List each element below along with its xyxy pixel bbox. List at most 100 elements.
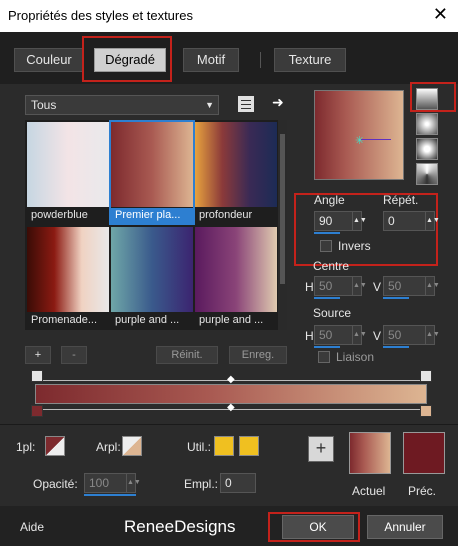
location-input[interactable]: 0 <box>220 473 256 493</box>
save-gradient-button[interactable]: Enreg. <box>229 346 287 364</box>
link-checkbox[interactable] <box>318 351 330 363</box>
library-item-selected[interactable]: Premier pla... <box>109 120 195 225</box>
add-stop-button[interactable]: + <box>25 346 51 364</box>
opacity-input[interactable]: 100 ▲▼ <box>84 473 141 493</box>
library-item[interactable]: purple and ... <box>111 227 193 328</box>
angle-slider[interactable] <box>314 232 340 234</box>
highlight-linear-type <box>410 82 456 112</box>
library-item-label: purple and ... <box>195 313 277 328</box>
spinner-icon[interactable]: ▲▼ <box>425 277 440 295</box>
opacity-slider[interactable] <box>84 494 136 496</box>
source-v-slider[interactable] <box>383 346 409 348</box>
spinner-icon[interactable]: ▲▼ <box>425 326 440 344</box>
tab-couleur[interactable]: Couleur <box>14 48 84 72</box>
source-v-input[interactable]: 50 ▲▼ <box>383 325 440 345</box>
center-v-value: 50 <box>388 279 402 293</box>
user-color-swatch[interactable] <box>239 436 259 456</box>
center-v-slider[interactable] <box>383 297 409 299</box>
highlight-ok-button <box>268 512 360 542</box>
tab-texture[interactable]: Texture <box>274 48 346 72</box>
close-icon[interactable]: ✕ <box>433 4 448 25</box>
center-h-slider[interactable] <box>314 297 340 299</box>
opacity-stop-left[interactable] <box>31 370 43 382</box>
source-label: Source <box>313 306 352 320</box>
source-h-slider[interactable] <box>314 346 340 348</box>
spinner-icon[interactable]: ▲▼ <box>352 277 367 295</box>
previous-color-swatch[interactable] <box>403 432 445 474</box>
angle-value: 90 <box>319 214 333 228</box>
list-view-icon[interactable] <box>238 96 254 112</box>
library-item[interactable]: profondeur <box>195 122 277 223</box>
title-bar: Propriétés des styles et textures ✕ <box>0 0 458 32</box>
cancel-button[interactable]: Annuler <box>367 515 443 539</box>
library-item-label: profondeur <box>195 208 277 223</box>
gradient-swatch <box>195 227 277 312</box>
rectangular-gradient-type-button[interactable] <box>416 113 438 135</box>
gradient-swatch <box>111 227 193 312</box>
add-to-swatches-button[interactable]: + <box>308 436 334 462</box>
gradient-editor-bar[interactable] <box>35 384 427 404</box>
sunburst-gradient-type-button[interactable] <box>416 163 438 185</box>
gradient-swatch <box>27 227 109 312</box>
library-item-label: Promenade... <box>27 313 109 328</box>
repeat-label: Répét. <box>383 193 419 207</box>
invert-label: Invers <box>338 239 371 253</box>
reset-button[interactable]: Réinit. <box>156 346 218 364</box>
spinner-icon[interactable]: ▲▼ <box>352 212 367 230</box>
spinner-icon[interactable]: ▲▼ <box>425 212 440 230</box>
chevron-down-icon: ▼ <box>205 100 214 110</box>
user-color-radio[interactable] <box>214 436 234 456</box>
library-item[interactable]: purple and ... <box>195 227 277 328</box>
location-value: 0 <box>225 476 232 490</box>
location-label: Empl.: <box>184 477 219 491</box>
center-v-input[interactable]: 50 ▲▼ <box>383 276 440 296</box>
tab-bar: Couleur Dégradé Motif Texture <box>0 32 458 84</box>
user-color-label: Util.: <box>187 440 211 454</box>
source-h-label: H <box>305 329 314 343</box>
repeat-input[interactable]: 0 ▲▼ <box>383 211 440 231</box>
library-item[interactable]: powderblue <box>27 122 109 223</box>
center-label: Centre <box>313 259 350 273</box>
angle-handle-line <box>361 139 391 140</box>
library-item-label: purple and ... <box>111 313 193 328</box>
color-midpoint-icon[interactable]: ◆ <box>227 402 235 413</box>
gradient-swatch <box>111 122 193 207</box>
remove-stop-button[interactable]: - <box>61 346 87 364</box>
source-h-input[interactable]: 50 ▲▼ <box>314 325 367 345</box>
repeat-value: 0 <box>388 214 395 228</box>
category-value: Tous <box>31 98 57 112</box>
gradient-preview[interactable]: ✳ <box>314 90 404 180</box>
spinner-icon[interactable]: ▲▼ <box>352 326 367 344</box>
tab-motif[interactable]: Motif <box>183 48 239 72</box>
help-link[interactable]: Aide <box>20 520 44 534</box>
color-stop-left[interactable] <box>31 405 43 417</box>
angle-input[interactable]: 90 ▲▼ <box>314 211 367 231</box>
gradient-swatch <box>195 122 277 207</box>
angle-label: Angle <box>314 193 345 207</box>
library-item-label: powderblue <box>27 208 109 223</box>
library-item-label: Premier pla... <box>111 208 193 223</box>
current-gradient-swatch[interactable] <box>349 432 391 474</box>
window-title: Propriétés des styles et textures <box>8 8 193 23</box>
background-swatch[interactable] <box>122 436 142 456</box>
center-h-value: 50 <box>319 279 333 293</box>
current-label: Actuel <box>352 484 386 498</box>
previous-label: Préc. <box>408 484 437 498</box>
color-stop-right[interactable] <box>420 405 432 417</box>
spinner-icon[interactable]: ▲▼ <box>126 474 141 492</box>
scrollbar-thumb[interactable] <box>280 134 285 284</box>
library-item[interactable]: Promenade... <box>27 227 109 328</box>
opacity-stop-right[interactable] <box>420 370 432 382</box>
link-label: Liaison <box>336 350 375 364</box>
center-h-input[interactable]: 50 ▲▼ <box>314 276 367 296</box>
gradient-library: powderblue Premier pla... profondeur Pro… <box>25 120 287 330</box>
category-select[interactable]: Tous ▼ <box>25 95 219 115</box>
source-v-label: V <box>373 329 382 343</box>
crosshair-icon[interactable]: ✳ <box>355 134 364 147</box>
radial-gradient-type-button[interactable] <box>416 138 438 160</box>
library-scrollbar[interactable] <box>278 120 287 330</box>
invert-checkbox[interactable] <box>320 240 332 252</box>
foreground-swatch[interactable] <box>45 436 65 456</box>
arrow-right-icon[interactable]: ➜ <box>272 94 284 111</box>
source-h-value: 50 <box>319 328 333 342</box>
